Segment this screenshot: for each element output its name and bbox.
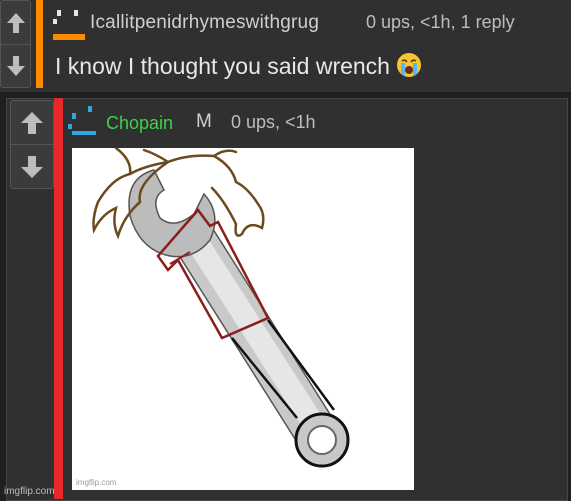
username[interactable]: Icallitpenidrhymeswithgrug: [90, 12, 319, 34]
loudly-crying-face-icon: [396, 53, 421, 77]
arrow-down-icon: [21, 155, 43, 178]
username[interactable]: Chopain: [106, 113, 173, 134]
downvote-button[interactable]: [11, 145, 53, 188]
arrow-up-icon: [21, 111, 43, 134]
comment-body: I know I thought you said wrench: [55, 53, 390, 79]
user-flair: M: [196, 111, 212, 132]
comment-meta: 0 ups, <1h, 1 reply: [366, 12, 515, 32]
pixel-face-icon[interactable]: [50, 4, 88, 42]
comment-image[interactable]: imgflip.com: [72, 146, 414, 490]
page-watermark: imgflip.com: [4, 486, 55, 497]
image-watermark: imgflip.com: [76, 478, 117, 487]
thread-line: [54, 98, 63, 499]
vote-column: [0, 0, 31, 88]
comment-text: I know I thought you said wrench: [55, 52, 422, 80]
downvote-button[interactable]: [1, 45, 30, 87]
thread-line: [36, 0, 43, 88]
arrow-down-icon: [6, 56, 25, 76]
comment-meta: 0 ups, <1h: [231, 112, 316, 132]
pixel-face-icon[interactable]: [66, 104, 104, 138]
wrench-with-hair-drawing-icon: [92, 146, 350, 468]
upvote-button[interactable]: [11, 101, 53, 145]
arrow-up-icon: [6, 12, 25, 33]
vote-column: [10, 100, 54, 189]
comment-1: Icallitpenidrhymeswithgrug 0 ups, <1h, 1…: [0, 0, 571, 92]
upvote-button[interactable]: [1, 1, 30, 45]
